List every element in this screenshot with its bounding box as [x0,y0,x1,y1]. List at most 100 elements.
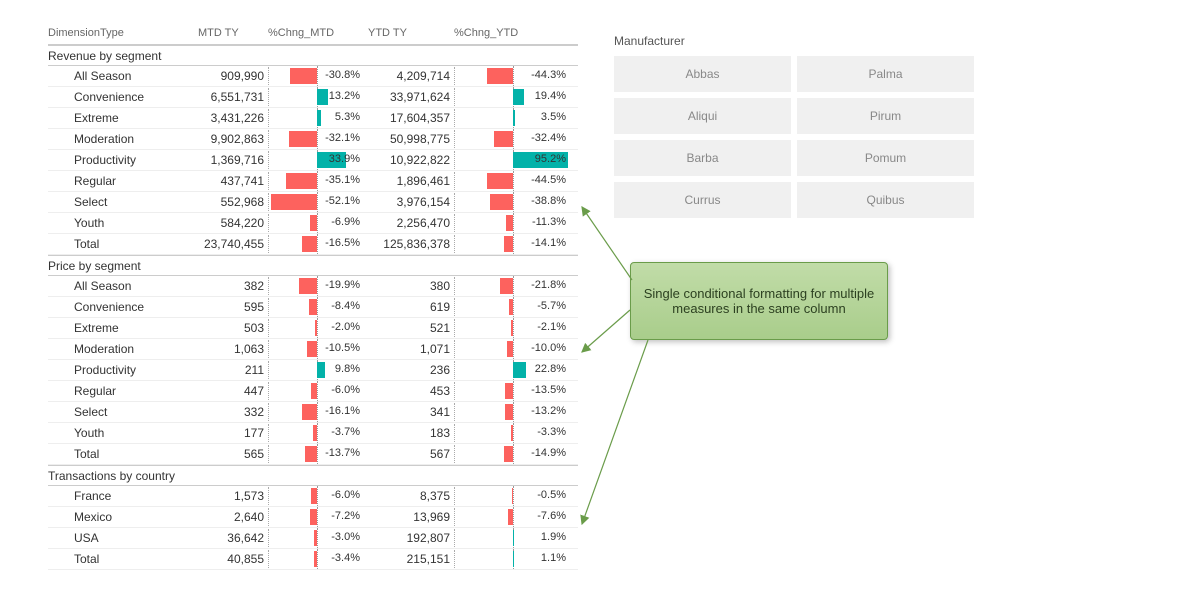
table-row[interactable]: Select332-16.1%341-13.2% [48,402,578,423]
row-label: Productivity [48,363,198,377]
table-row[interactable]: Moderation9,902,863-32.1%50,998,775-32.4… [48,129,578,150]
cell-chmtd: -6.0% [268,382,368,400]
slicer-item[interactable]: Barba [614,140,791,176]
cell-ytd: 33,971,624 [368,90,454,104]
cell-chmtd: -13.7% [268,445,368,463]
cell-chytd: 3.5% [454,109,574,127]
matrix-visual[interactable]: DimensionType MTD TY %Chng_MTD YTD TY %C… [48,24,578,570]
cell-chytd: -0.5% [454,487,574,505]
cell-chmtd: -16.1% [268,403,368,421]
table-row[interactable]: Extreme3,431,2265.3%17,604,3573.5% [48,108,578,129]
header-dim[interactable]: DimensionType [48,27,198,39]
header-ytd[interactable]: YTD TY [368,27,454,39]
row-label: USA [48,531,198,545]
header-mtd[interactable]: MTD TY [198,27,268,39]
slicer-item[interactable]: Pirum [797,98,974,134]
group-header[interactable]: Revenue by segment [48,45,578,66]
cell-chytd: 1.9% [454,529,574,547]
cell-chmtd: -6.9% [268,214,368,232]
row-label: All Season [48,69,198,83]
row-label: Moderation [48,342,198,356]
cell-mtd: 23,740,455 [198,237,268,251]
cell-chytd: -10.0% [454,340,574,358]
table-row[interactable]: Regular447-6.0%453-13.5% [48,381,578,402]
cell-mtd: 595 [198,300,268,314]
cell-ytd: 50,998,775 [368,132,454,146]
table-row[interactable]: USA36,642-3.0%192,8071.9% [48,528,578,549]
cell-chmtd: -3.4% [268,550,368,568]
row-label: Select [48,195,198,209]
slicer-item[interactable]: Abbas [614,56,791,92]
cell-mtd: 6,551,731 [198,90,268,104]
cell-mtd: 1,369,716 [198,153,268,167]
cell-ytd: 3,976,154 [368,195,454,209]
cell-chmtd: -8.4% [268,298,368,316]
cell-chmtd: -10.5% [268,340,368,358]
cell-mtd: 565 [198,447,268,461]
cell-chmtd: -7.2% [268,508,368,526]
cell-chytd: -5.7% [454,298,574,316]
cell-ytd: 380 [368,279,454,293]
table-row[interactable]: Productivity2119.8%23622.8% [48,360,578,381]
cell-ytd: 2,256,470 [368,216,454,230]
cell-mtd: 1,063 [198,342,268,356]
row-label: Moderation [48,132,198,146]
manufacturer-slicer[interactable]: Manufacturer AbbasPalmaAliquiPirumBarbaP… [614,34,974,218]
table-row[interactable]: Convenience6,551,73113.2%33,971,62419.4% [48,87,578,108]
cell-mtd: 552,968 [198,195,268,209]
cell-mtd: 584,220 [198,216,268,230]
row-label: All Season [48,279,198,293]
row-label: Regular [48,174,198,188]
table-row[interactable]: Total565-13.7%567-14.9% [48,444,578,465]
slicer-item[interactable]: Aliqui [614,98,791,134]
table-row[interactable]: Extreme503-2.0%521-2.1% [48,318,578,339]
table-row[interactable]: Total40,855-3.4%215,1511.1% [48,549,578,570]
group-header[interactable]: Price by segment [48,255,578,276]
row-label: Total [48,447,198,461]
cell-mtd: 2,640 [198,510,268,524]
cell-chmtd: 5.3% [268,109,368,127]
row-label: Mexico [48,510,198,524]
cell-ytd: 236 [368,363,454,377]
cell-mtd: 9,902,863 [198,132,268,146]
table-row[interactable]: Moderation1,063-10.5%1,071-10.0% [48,339,578,360]
slicer-item[interactable]: Palma [797,56,974,92]
table-row[interactable]: Convenience595-8.4%619-5.7% [48,297,578,318]
table-row[interactable]: All Season382-19.9%380-21.8% [48,276,578,297]
cell-chytd: -21.8% [454,277,574,295]
cell-chytd: -7.6% [454,508,574,526]
slicer-item[interactable]: Pomum [797,140,974,176]
cell-chytd: 1.1% [454,550,574,568]
table-row[interactable]: All Season909,990-30.8%4,209,714-44.3% [48,66,578,87]
group-title: Transactions by country [48,469,198,483]
table-row[interactable]: Productivity1,369,71633.9%10,922,82295.2… [48,150,578,171]
callout-text: Single conditional formatting for multip… [643,286,875,316]
cell-ytd: 619 [368,300,454,314]
table-row[interactable]: France1,573-6.0%8,375-0.5% [48,486,578,507]
row-label: Convenience [48,90,198,104]
cell-ytd: 215,151 [368,552,454,566]
slicer-item[interactable]: Quibus [797,182,974,218]
column-headers: DimensionType MTD TY %Chng_MTD YTD TY %C… [48,24,578,45]
table-row[interactable]: Regular437,741-35.1%1,896,461-44.5% [48,171,578,192]
table-row[interactable]: Total23,740,455-16.5%125,836,378-14.1% [48,234,578,255]
header-chytd[interactable]: %Chng_YTD [454,27,574,39]
table-row[interactable]: Select552,968-52.1%3,976,154-38.8% [48,192,578,213]
row-label: Convenience [48,300,198,314]
cell-chmtd: -30.8% [268,67,368,85]
slicer-item[interactable]: Currus [614,182,791,218]
cell-chytd: -44.3% [454,67,574,85]
cell-chmtd: -6.0% [268,487,368,505]
table-row[interactable]: Youth584,220-6.9%2,256,470-11.3% [48,213,578,234]
header-chmtd[interactable]: %Chng_MTD [268,27,368,39]
row-label: Youth [48,426,198,440]
cell-mtd: 382 [198,279,268,293]
group-title: Revenue by segment [48,49,198,63]
group-header[interactable]: Transactions by country [48,465,578,486]
table-row[interactable]: Youth177-3.7%183-3.3% [48,423,578,444]
cell-chmtd: -32.1% [268,130,368,148]
cell-ytd: 1,071 [368,342,454,356]
table-row[interactable]: Mexico2,640-7.2%13,969-7.6% [48,507,578,528]
row-label: Total [48,237,198,251]
cell-chytd: -14.1% [454,235,574,253]
